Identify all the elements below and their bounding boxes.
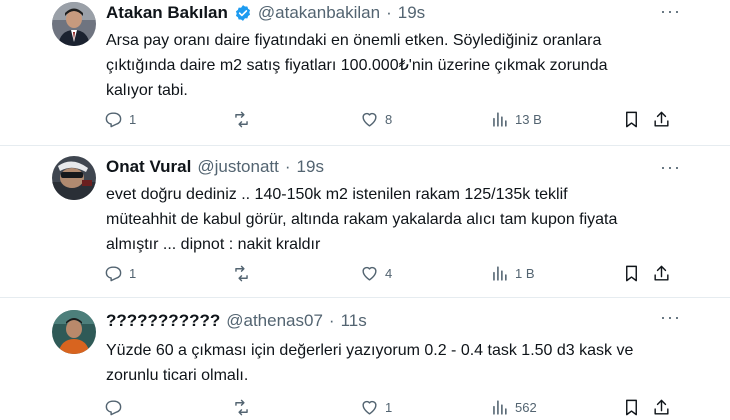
reply-count: 1 [129,111,137,127]
bookmark-button[interactable] [622,262,641,284]
reply-button[interactable]: 1 [104,262,136,284]
reply-icon [105,111,122,127]
tweet[interactable]: Onat Vural @justonatt · 19s ··· evet doğ… [0,146,730,298]
views-chart-icon [493,111,507,127]
user-handle[interactable]: @justonatt [197,157,279,177]
separator-dot: · [284,157,291,176]
tweet-text-line: müteahhit de kabul görür, altında rakam … [106,211,618,228]
like-count: 1 [385,399,393,415]
bookmark-icon [626,399,637,415]
share-icon [654,111,669,127]
more-horizontal-icon[interactable]: ··· [660,158,680,180]
like-button[interactable]: 1 [360,396,392,418]
bookmark-icon [626,265,637,281]
display-name[interactable]: Atakan Bakılan [106,3,228,23]
view-count: 13 B [515,111,542,127]
views-chart-icon [493,399,507,415]
tweet-text-line: almıştır ... dipnot : nakit kraldır [106,236,321,253]
more-horizontal-icon[interactable]: ··· [660,308,680,330]
tweet-actions: 1 4 1 B [104,262,672,284]
view-count: 1 B [515,265,535,281]
tweet-text-line: Arsa pay oranı daire fiyatındaki en önem… [106,32,602,49]
timestamp[interactable]: 19s [398,3,425,23]
retweet-button[interactable] [232,396,257,418]
heart-icon [362,400,377,415]
tweet-header: ??????????? @athenas07 · 11s [106,310,690,332]
user-handle[interactable]: @atakanbakilan [258,3,380,23]
display-name[interactable]: ??????????? [106,311,220,331]
heart-icon [362,266,377,281]
reply-icon [105,399,122,415]
like-button[interactable]: 8 [360,108,392,130]
avatar[interactable] [52,156,96,200]
reply-button[interactable] [104,396,129,418]
tweet-text: Arsa pay oranı daire fiyatındaki en önem… [106,28,666,103]
tweet-text-line: evet doğru dediniz .. 140-150k m2 isteni… [106,186,568,203]
separator-dot: · [386,3,392,22]
tweet[interactable]: Atakan Bakılan @atakanbakilan · 19s ··· … [0,0,730,146]
share-button[interactable] [652,396,671,418]
heart-icon [362,112,377,127]
avatar[interactable] [52,2,96,46]
tweet-text: Yüzde 60 a çıkması için değerleri yazıyo… [106,338,666,388]
share-icon [654,399,669,415]
avatar[interactable] [52,310,96,354]
more-horizontal-icon[interactable]: ··· [660,2,680,24]
tweet[interactable]: ??????????? @athenas07 · 11s ··· Yüzde 6… [0,298,730,420]
user-handle[interactable]: @athenas07 [226,311,323,331]
display-name[interactable]: Onat Vural [106,157,191,177]
tweet-text: evet doğru dediniz .. 140-150k m2 isteni… [106,182,666,257]
separator-dot: · [328,311,335,330]
tweet-text-line: Yüzde 60 a çıkması için değerleri yazıyo… [106,342,634,359]
retweet-button[interactable] [232,262,257,284]
timestamp[interactable]: 11s [341,311,367,331]
share-icon [654,265,669,281]
tweet-text-line: kalıyor tabi. [106,82,188,99]
tweet-header: Atakan Bakılan @atakanbakilan · 19s [106,2,690,24]
reply-icon [105,265,122,281]
reply-button[interactable]: 1 [104,108,136,130]
tweet-text-line: zorunlu ticari olmalı. [106,367,249,384]
retweet-icon [235,265,248,281]
tweet-header: Onat Vural @justonatt · 19s [106,156,690,178]
bookmark-button[interactable] [622,108,641,130]
views-chart-icon [493,265,507,281]
timestamp[interactable]: 19s [297,157,324,177]
retweet-icon [235,399,248,415]
retweet-button[interactable] [232,108,257,130]
verified-badge-icon [234,4,252,22]
views-button[interactable]: 1 B [490,262,535,284]
like-count: 8 [385,111,393,127]
tweet-text-line: çıktığında daire m2 satış fiyatları 100.… [106,57,608,74]
tweet-actions: 1 562 [104,396,672,418]
bookmark-icon [626,111,637,127]
like-button[interactable]: 4 [360,262,392,284]
retweet-icon [235,111,248,127]
views-button[interactable]: 13 B [490,108,542,130]
share-button[interactable] [652,262,671,284]
share-button[interactable] [652,108,671,130]
like-count: 4 [385,265,393,281]
bookmark-button[interactable] [622,396,641,418]
tweet-actions: 1 8 13 B [104,108,672,130]
reply-count: 1 [129,265,137,281]
views-button[interactable]: 562 [490,396,537,418]
view-count: 562 [515,399,537,415]
